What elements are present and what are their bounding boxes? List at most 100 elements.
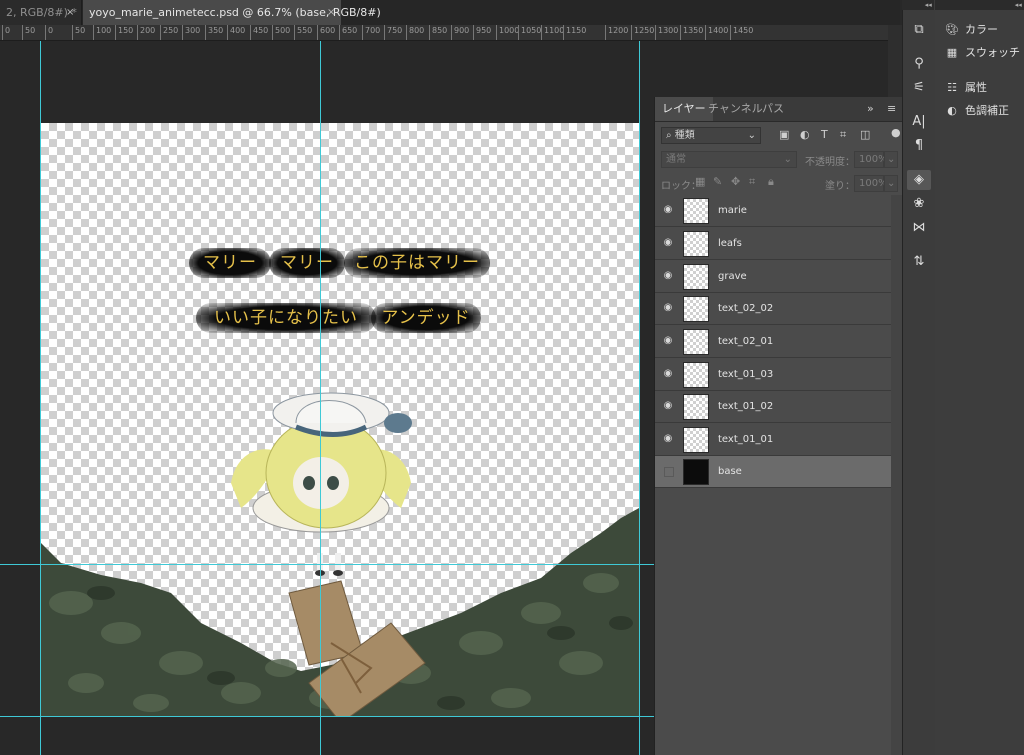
blend-mode-select[interactable]: 通常 ⌄ (661, 151, 797, 168)
layer-thumbnail (683, 264, 709, 290)
ruler-tick: 1450 (730, 25, 753, 40)
panel-color[interactable]: 🎨︎ カラー (945, 20, 998, 40)
brushes-icon[interactable]: ⚲ (909, 54, 929, 74)
ruler-tick: 350 (205, 25, 223, 40)
ruler-tick: 1400 (705, 25, 728, 40)
lock-artboard-icon[interactable]: ⌗ (749, 175, 755, 189)
guide-horizontal[interactable] (0, 564, 654, 565)
guide-vertical[interactable] (320, 41, 321, 755)
paragraph-icon[interactable]: ¶ (909, 136, 929, 156)
panel-label: スウォッチ (965, 46, 1020, 59)
layer-row-base[interactable]: base (655, 456, 891, 488)
eye-icon[interactable]: ◉ (661, 368, 675, 380)
tab-previous-document[interactable]: 2, RGB/8#) * × (0, 0, 82, 25)
ruler-tick: 1000 (496, 25, 519, 40)
horizontal-ruler[interactable]: 0 50 0 50 100 150 200 250 300 350 400 45… (0, 25, 888, 41)
collapse-icon[interactable]: ◂◂ (935, 0, 1024, 10)
guide-vertical[interactable] (639, 41, 640, 755)
marie-layer (231, 392, 412, 576)
ruler-tick: 600 (317, 25, 335, 40)
layer-comps-icon[interactable]: ⇅ (909, 252, 929, 272)
close-icon[interactable]: × (327, 0, 335, 25)
tab-label: yoyo_marie_animetecc.psd @ 66.7% (base, … (89, 6, 381, 19)
lock-all-icon[interactable]: 🔒︎ (768, 175, 774, 189)
layer-thumbnail (683, 459, 709, 485)
eye-icon[interactable]: ◉ (661, 335, 675, 347)
layers-icon[interactable]: ◈ (907, 170, 931, 190)
ruler-tick: 100 (93, 25, 111, 40)
eye-icon[interactable]: ◉ (661, 400, 675, 412)
character-icon[interactable]: A| (909, 112, 929, 132)
swatches-icon: ▦ (946, 46, 958, 59)
ruler-tick: 1150 (563, 25, 586, 40)
paths-icon[interactable]: ⋈ (909, 218, 929, 238)
eye-icon[interactable]: ◉ (661, 433, 675, 445)
chevron-down-icon[interactable]: ⌄ (884, 175, 898, 192)
fill-input[interactable]: 100% (854, 175, 888, 192)
layer-name: text_01_03 (718, 369, 774, 380)
panel-adjustments[interactable]: ◐ 色調補正 (945, 101, 1009, 121)
eye-icon[interactable]: ◉ (661, 270, 675, 282)
tab-paths[interactable]: パス (755, 97, 791, 121)
text-bubble-marie-2: マリー (269, 248, 345, 278)
filter-pixel-icon[interactable]: ▣ (779, 128, 789, 141)
layer-row-text-01-03[interactable]: ◉ text_01_03 (655, 359, 891, 391)
lock-move-icon[interactable]: ✥ (731, 175, 740, 188)
ruler-tick: 650 (339, 25, 357, 40)
canvas-area[interactable]: マリー マリー この子はマリー いい子になりたい アンデッド (0, 41, 654, 755)
history-icon[interactable]: ⧉ (909, 20, 929, 40)
close-icon[interactable]: × (66, 0, 74, 25)
ruler-tick: 700 (362, 25, 380, 40)
ruler-tick: 300 (182, 25, 200, 40)
document-tab-bar: 2, RGB/8#) * × yoyo_marie_animetecc.psd … (0, 0, 900, 25)
opacity-input[interactable]: 100% (854, 151, 888, 168)
layer-name: text_02_01 (718, 336, 774, 347)
panel-swatches[interactable]: ▦ スウォッチ (945, 43, 1020, 63)
lock-brush-icon[interactable]: ✎ (713, 175, 722, 188)
filter-toggle-icon[interactable]: ● (891, 126, 901, 139)
layer-row-grave[interactable]: ◉ grave (655, 261, 891, 293)
ruler-tick: 550 (294, 25, 312, 40)
filter-kind-select[interactable]: ⌕ 種類 ⌄ (661, 127, 761, 144)
text-bubble-iiko: いい子になりたい (196, 303, 376, 333)
layer-row-leafs[interactable]: ◉ leafs (655, 228, 891, 260)
chevron-down-icon: ⌄ (783, 154, 792, 165)
layer-row-text-01-02[interactable]: ◉ text_01_02 (655, 391, 891, 423)
layer-name: grave (718, 271, 747, 282)
layer-row-text-01-01[interactable]: ◉ text_01_01 (655, 424, 891, 456)
filter-shape-icon[interactable]: ⌗ (840, 128, 846, 142)
layers-panel-tabs: レイヤー チャンネル パス » ≡ (655, 97, 903, 122)
visibility-toggle[interactable] (664, 467, 674, 477)
ruler-tick: 0 (45, 25, 53, 40)
filter-type-icon[interactable]: T (821, 128, 828, 141)
document-canvas[interactable]: マリー マリー この子はマリー いい子になりたい アンデッド (41, 123, 639, 717)
eye-icon[interactable]: ◉ (661, 204, 675, 216)
filter-adjustment-icon[interactable]: ◐ (800, 128, 810, 141)
tab-active-document[interactable]: yoyo_marie_animetecc.psd @ 66.7% (base, … (83, 0, 381, 25)
layer-row-text-02-02[interactable]: ◉ text_02_02 (655, 293, 891, 325)
brush-settings-icon[interactable]: ⚟ (909, 78, 929, 98)
ruler-tick: 450 (250, 25, 268, 40)
layer-thumbnail (683, 427, 709, 453)
guide-vertical[interactable] (40, 41, 41, 755)
channels-icon[interactable]: ❀ (909, 194, 929, 214)
chevron-down-icon[interactable]: ⌄ (884, 151, 898, 168)
ruler-tick: 250 (160, 25, 178, 40)
ruler-tick: 1050 (518, 25, 541, 40)
eye-icon[interactable]: ◉ (661, 237, 675, 249)
layer-thumbnail (683, 329, 709, 355)
filter-smartobject-icon[interactable]: ◫ (860, 128, 870, 141)
panel-expand-icon[interactable]: » (867, 102, 874, 115)
guide-horizontal[interactable] (0, 716, 654, 717)
ruler-tick: 500 (272, 25, 290, 40)
collapse-icon[interactable]: ◂◂ (902, 0, 934, 10)
layer-thumbnail (683, 198, 709, 224)
panel-menu-icon[interactable]: ≡ (887, 102, 896, 115)
layer-name: leafs (718, 238, 742, 249)
panel-properties[interactable]: ☷ 属性 (945, 78, 987, 98)
layer-row-text-02-01[interactable]: ◉ text_02_01 (655, 326, 891, 358)
search-icon: ⌕ (666, 130, 675, 141)
lock-transparency-icon[interactable]: ▦ (695, 175, 705, 188)
eye-icon[interactable]: ◉ (661, 302, 675, 314)
layer-row-marie[interactable]: ◉ marie (655, 195, 891, 227)
